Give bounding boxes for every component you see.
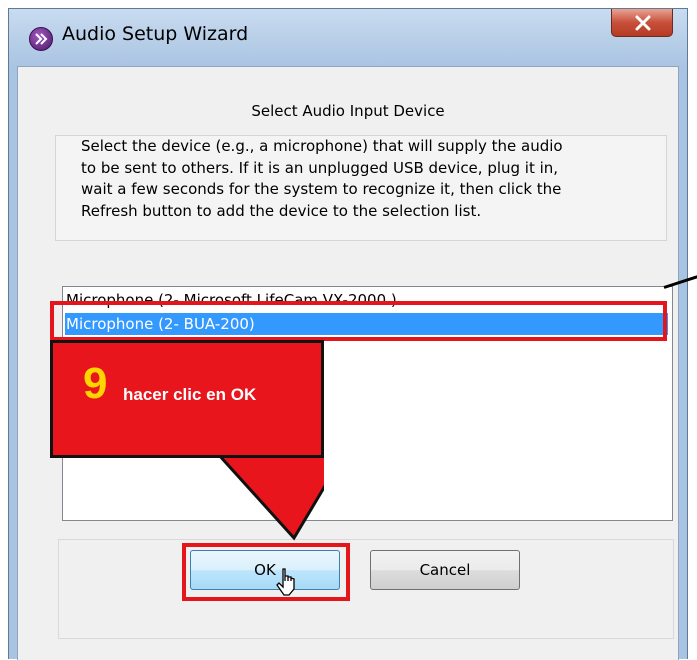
step-instruction: hacer clic en OK xyxy=(123,385,257,404)
button-panel xyxy=(58,539,674,639)
description-line: to be sent to others. If it is an unplug… xyxy=(81,158,559,177)
close-button[interactable] xyxy=(611,9,673,37)
window-title: Audio Setup Wizard xyxy=(62,23,249,45)
ok-highlight-box xyxy=(182,543,350,601)
selection-highlight-box xyxy=(50,301,667,341)
app-logo-icon xyxy=(29,27,53,51)
description-text: Select the device (e.g., a microphone) t… xyxy=(81,136,661,222)
description-line: wait a few seconds for the system to rec… xyxy=(81,180,562,198)
step-callout: 9 hacer clic en OK xyxy=(50,340,324,541)
callout-box: 9 hacer clic en OK xyxy=(50,340,324,458)
description-line: Refresh button to add the device to the … xyxy=(81,201,482,220)
close-icon xyxy=(635,15,651,31)
page-heading: Select Audio Input Device xyxy=(251,102,445,120)
step-number: 9 xyxy=(83,359,108,408)
mouse-cursor-icon xyxy=(276,568,295,596)
description-line: Select the device (e.g., a microphone) t… xyxy=(81,137,563,155)
description-panel: Select the device (e.g., a microphone) t… xyxy=(55,135,667,241)
cancel-button[interactable]: Cancel xyxy=(370,550,520,590)
title-bar[interactable]: Audio Setup Wizard xyxy=(9,9,687,65)
